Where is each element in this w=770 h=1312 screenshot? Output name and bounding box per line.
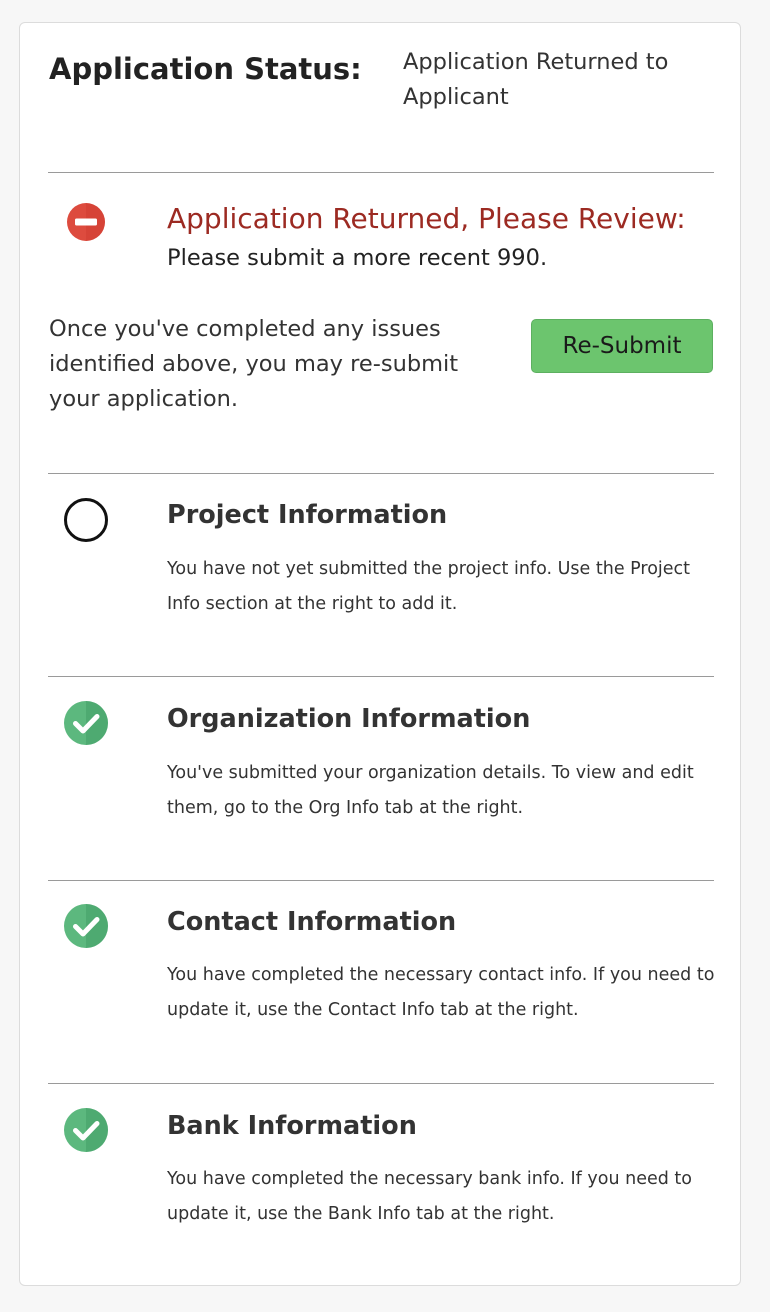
divider <box>48 172 714 173</box>
check-circle-icon <box>63 903 109 949</box>
divider <box>48 473 714 474</box>
section-title-project: Project Information <box>167 500 448 530</box>
section-desc-organization: You've submitted your organization detai… <box>167 763 694 818</box>
divider <box>48 1083 714 1084</box>
section-desc-project: You have not yet submitted the project i… <box>167 559 691 614</box>
section-desc-bank: You have completed the necessary bank in… <box>167 1169 692 1224</box>
check-circle-icon <box>63 700 109 746</box>
check-circle-icon <box>63 1107 109 1153</box>
empty-circle-icon <box>63 497 109 543</box>
resubmit-instructions: Once you've completed any issues identif… <box>49 316 459 412</box>
divider <box>48 880 714 881</box>
section-title-bank: Bank Information <box>167 1111 417 1141</box>
resubmit-button[interactable]: Re-Submit <box>531 319 713 373</box>
status-value: Application Returned to Applicant <box>403 49 669 110</box>
alert-title: Application Returned, Please Review: <box>167 202 686 235</box>
section-title-organization: Organization Information <box>167 704 531 734</box>
alert-message: Please submit a more recent 990. <box>167 245 548 271</box>
divider <box>48 676 714 677</box>
section-title-contact: Contact Information <box>167 907 457 937</box>
section-desc-contact: You have completed the necessary contact… <box>167 965 715 1020</box>
status-label: Application Status: <box>49 52 362 86</box>
application-status-card: Application Status: Application Returned… <box>19 22 741 1286</box>
minus-circle-icon <box>63 199 109 245</box>
